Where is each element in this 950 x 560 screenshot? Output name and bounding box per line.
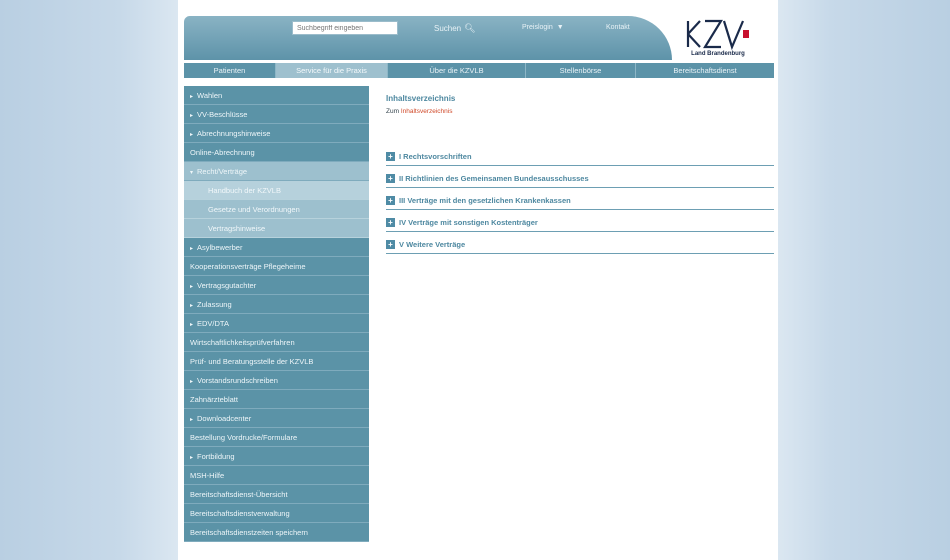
sidebar: ▸ Wahlen ▸ VV-Beschlüsse ▸ Abrechnungshinwe… — [184, 86, 369, 542]
search-button[interactable]: Suchen 🔍︎ — [434, 21, 476, 35]
sidebar-item-kooperationsvertraege[interactable]: Kooperationsverträge Pflegeheime — [184, 257, 369, 276]
chevron-down-icon: ▼ — [556, 24, 564, 31]
sidebar-item-vv-beschluesse[interactable]: ▸ VV-Beschlüsse — [184, 105, 369, 124]
sidebar-item-label: Wahlen — [197, 91, 223, 100]
section-rechtsvorschriften[interactable]: + I Rechtsvorschriften — [386, 148, 774, 166]
sidebar-item-zulassung[interactable]: ▸ Zulassung — [184, 295, 369, 314]
toc-link-line: Zum Inhaltsverzeichnis — [386, 108, 776, 115]
chevron-right-icon: ▸ — [190, 284, 194, 290]
sidebar-item-label: Downloadcenter — [197, 414, 252, 423]
chevron-right-icon: ▸ — [190, 303, 194, 309]
kontakt-link[interactable]: Kontakt — [606, 21, 630, 35]
sidebar-item-label: EDV/DTA — [197, 319, 229, 328]
sidebar-item-label: VV-Beschlüsse — [197, 110, 248, 119]
kzv-logo-icon — [686, 19, 749, 50]
nav-item-patienten[interactable]: Patienten — [184, 63, 276, 78]
preislogin-label: Preislogin — [522, 24, 553, 31]
sidebar-item-wirtschaftlichkeit[interactable]: Wirtschaftlichkeitsprüfverfahren — [184, 333, 369, 352]
sidebar-item-bd-uebersicht[interactable]: Bereitschaftsdienst-Übersicht — [184, 485, 369, 504]
sidebar-item-msh-hilfe[interactable]: MSH-Hilfe — [184, 466, 369, 485]
sidebar-item-label: Vorstandsrundschreiben — [197, 376, 278, 385]
sidebar-item-wahlen[interactable]: ▸ Wahlen — [184, 86, 369, 105]
nav-item-bereitschaftsdienst[interactable]: Bereitschaftsdienst — [636, 63, 774, 78]
sidebar-item-label: Vertragsgutachter — [197, 281, 257, 290]
sidebar-item-recht-vertraege[interactable]: ▾ Recht/Verträge — [184, 162, 369, 181]
nav-item-ueber[interactable]: Über die KZVLB — [388, 63, 526, 78]
sidebar-item-label: Fortbildung — [197, 452, 235, 461]
sidebar-item-label: Recht/Verträge — [197, 167, 248, 176]
sidebar-item-vertragsgutachter[interactable]: ▸ Vertragsgutachter — [184, 276, 369, 295]
chevron-right-icon: ▸ — [190, 132, 194, 138]
preislogin-dropdown[interactable]: Preislogin ▼ — [522, 21, 564, 35]
section-label: III Verträge mit den gesetzlichen Kranke… — [399, 196, 571, 205]
sidebar-item-bestellung[interactable]: Bestellung Vordrucke/Formulare — [184, 428, 369, 447]
toc-link-prefix: Zum — [386, 108, 399, 115]
chevron-right-icon: ▸ — [190, 379, 194, 385]
header-bar — [184, 16, 672, 60]
page-container: Suchen🔍︎ Preislogin▼ Kontakt Land Brande… — [178, 0, 778, 560]
sidebar-item-downloadcenter[interactable]: ▸ Downloadcenter — [184, 409, 369, 428]
nav-item-stellenboerse[interactable]: Stellenbörse — [526, 63, 636, 78]
sidebar-item-asylbewerber[interactable]: ▸ Asylbewerber — [184, 238, 369, 257]
section-vertraege-kostentraeger[interactable]: + IV Verträge mit sonstigen Kostenträger — [386, 214, 774, 232]
chevron-right-icon: ▸ — [190, 455, 194, 461]
expand-plus-icon: + — [386, 240, 395, 249]
sidebar-item-bd-zeiten[interactable]: Bereitschaftsdienstzeiten speichern — [184, 523, 369, 542]
section-label: V Weitere Verträge — [399, 240, 466, 249]
sidebar-item-gesetze[interactable]: Gesetze und Verordnungen — [184, 200, 369, 219]
section-vertraege-krankenkassen[interactable]: + III Verträge mit den gesetzlichen Krank… — [386, 192, 774, 210]
sidebar-item-label: Asylbewerber — [197, 243, 243, 252]
sidebar-item-edv-dta[interactable]: ▸ EDV/DTA — [184, 314, 369, 333]
sidebar-item-fortbildung[interactable]: ▸ Fortbildung — [184, 447, 369, 466]
section-richtlinien[interactable]: + II Richtlinien des Gemeinsamen Bundesau… — [386, 170, 774, 188]
chevron-right-icon: ▸ — [190, 113, 194, 119]
nav-item-service[interactable]: Service für die Praxis — [276, 63, 388, 78]
expand-plus-icon: + — [386, 152, 395, 161]
chevron-right-icon: ▸ — [190, 94, 194, 100]
expand-plus-icon: + — [386, 218, 395, 227]
chevron-right-icon: ▸ — [190, 322, 194, 328]
chevron-down-icon: ▾ — [190, 170, 194, 176]
page-title: Inhaltsverzeichnis — [386, 94, 456, 103]
sidebar-item-vertragshinweise[interactable]: Vertragshinweise — [184, 219, 369, 238]
sidebar-item-bd-verwaltung[interactable]: Bereitschaftsdienstverwaltung — [184, 504, 369, 523]
sidebar-item-online-abrechnung[interactable]: Online-Abrechnung — [184, 143, 369, 162]
search-button-label: Suchen — [434, 24, 462, 33]
logo-subtitle: Land Brandenburg — [691, 51, 745, 57]
sidebar-item-abrechnungshinweise[interactable]: ▸ Abrechnungshinweise — [184, 124, 369, 143]
sidebar-item-pruef-beratung[interactable]: Prüf- und Beratungsstelle der KZVLB — [184, 352, 369, 371]
search-input[interactable] — [292, 21, 398, 35]
sidebar-item-handbuch[interactable]: Handbuch der KZVLB — [184, 181, 369, 200]
main-nav: Patienten Service für die Praxis Über di… — [184, 63, 774, 78]
chevron-right-icon: ▸ — [190, 417, 194, 423]
sidebar-item-zahnaerzteblatt[interactable]: Zahnärzteblatt — [184, 390, 369, 409]
toc-link[interactable]: Inhaltsverzeichnis — [401, 108, 453, 115]
section-label: II Richtlinien des Gemeinsamen Bundesaus… — [399, 174, 589, 183]
section-label: I Rechtsvorschriften — [399, 152, 472, 161]
search-icon: 🔍︎ — [464, 23, 476, 33]
sidebar-item-vorstandsrundschreiben[interactable]: ▸ Vorstandsrundschreiben — [184, 371, 369, 390]
section-weitere-vertraege[interactable]: + V Weitere Verträge — [386, 236, 774, 254]
chevron-right-icon: ▸ — [190, 246, 194, 252]
expand-plus-icon: + — [386, 196, 395, 205]
section-list: + I Rechtsvorschriften + II Richtlinien de… — [386, 148, 776, 254]
sidebar-item-label: Abrechnungshinweise — [197, 129, 271, 138]
sidebar-item-label: Zulassung — [197, 300, 232, 309]
kzv-logo[interactable]: Land Brandenburg — [682, 18, 754, 60]
section-label: IV Verträge mit sonstigen Kostenträger — [399, 218, 538, 227]
expand-plus-icon: + — [386, 174, 395, 183]
main-content: Inhaltsverzeichnis Zum Inhaltsverzeichni… — [386, 94, 776, 258]
